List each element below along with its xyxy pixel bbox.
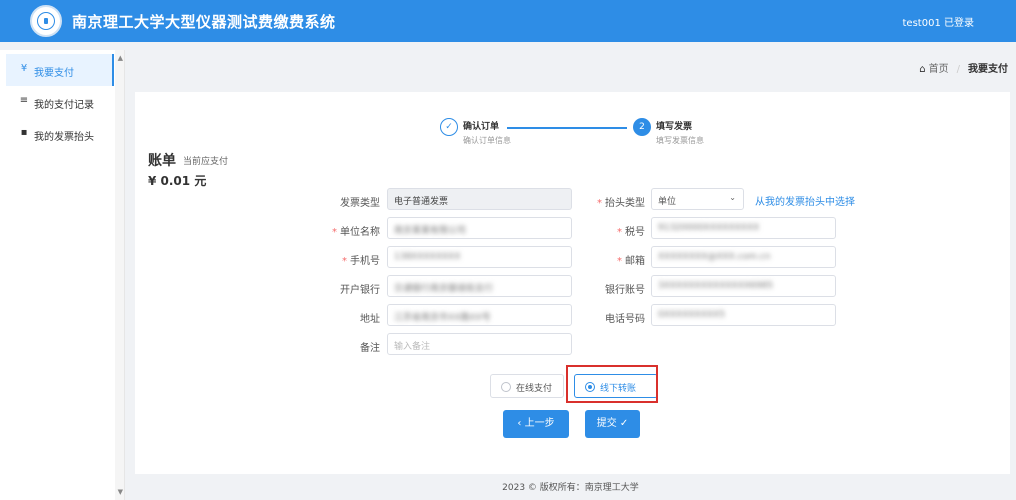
step-2-desc: 填写发票信息 [656, 136, 704, 145]
choose-header-link[interactable]: 从我的发票抬头中选择 [755, 193, 855, 208]
prev-step-button[interactable]: ‹ 上一步 [503, 410, 569, 438]
step-2-number: 2 [633, 118, 651, 136]
scroll-down-icon[interactable]: ▼ [118, 488, 123, 496]
sidebar-item-label: 我要支付 [34, 68, 74, 79]
header-type-select[interactable]: 单位 ⌄ [651, 188, 744, 210]
submit-button[interactable]: 提交 ✓ [585, 410, 640, 438]
scroll-up-icon[interactable]: ▲ [118, 54, 123, 62]
sidebar-item-invoice-headers[interactable]: ▪ 我的发票抬头 [6, 118, 114, 150]
breadcrumb: ⌂ 首页 / 我要支付 [919, 60, 1008, 75]
list-icon: ≡ [19, 95, 29, 106]
bill-subtitle: 当前应支付 [183, 157, 229, 167]
bank-label: 开户银行 [340, 285, 380, 296]
breadcrumb-home[interactable]: 首页 [929, 64, 949, 75]
yuan-icon: ¥ [20, 63, 28, 74]
tax-number-label: * 税号 [617, 227, 645, 238]
bank-account-field[interactable]: 3XXXXXXXXXXXXXX6985 [651, 275, 836, 297]
tel-field[interactable]: 0XXXXXXXXX5 [651, 304, 836, 326]
step-connector [507, 127, 627, 129]
breadcrumb-separator: / [956, 64, 960, 75]
system-title: 南京理工大学大型仪器测试费缴费系统 [72, 13, 336, 31]
bank-account-label: 银行账号 [605, 285, 645, 296]
invoice-type-label: 发票类型 [340, 198, 380, 209]
footer-copyright: 2023 © 版权所有：南京理工大学 [502, 483, 639, 493]
remark-field[interactable]: 输入备注 [387, 333, 572, 355]
step-1-title: 确认订单 [463, 122, 500, 132]
header-type-label: * 抬头类型 [597, 198, 645, 209]
sidebar-item-label: 我的发票抬头 [34, 132, 94, 143]
remark-label: 备注 [360, 343, 380, 354]
tel-label: 电话号码 [605, 314, 645, 325]
sidebar-item-payment-records[interactable]: ≡ 我的支付记录 [6, 86, 114, 118]
bill-title: 账单 [148, 153, 176, 169]
check-icon: ✓ [440, 118, 458, 136]
home-icon[interactable]: ⌂ [919, 64, 925, 75]
sidebar-scrollbar[interactable]: ▲ ▼ [115, 50, 124, 500]
radio-icon [501, 382, 511, 392]
breadcrumb-current: 我要支付 [968, 64, 1008, 75]
email-field[interactable]: XXXXXXXX@XXX.com.cn [651, 246, 836, 268]
phone-label: * 手机号 [342, 256, 380, 267]
online-payment-option[interactable]: 在线支付 [490, 374, 564, 398]
payment-card: ✓ 确认订单 确认订单信息 2 填写发票 填写发票信息 账单 当前应支付 ¥ 0… [135, 92, 1010, 474]
email-label: * 邮箱 [617, 256, 645, 267]
sidebar: ¥ 我要支付 ≡ 我的支付记录 ▪ 我的发票抬头 ▲ ▼ [0, 50, 125, 500]
step-2-title: 填写发票 [656, 122, 693, 132]
company-name-label: * 单位名称 [332, 227, 380, 238]
tax-number-field[interactable]: 91320000XXXXXXXXX [651, 217, 836, 239]
address-label: 地址 [360, 314, 380, 325]
top-header: 南京理工大学大型仪器测试费缴费系统 test001 已登录 [0, 0, 1016, 42]
sidebar-item-pay[interactable]: ¥ 我要支付 [6, 54, 114, 86]
online-payment-label: 在线支付 [516, 384, 553, 394]
university-logo-icon [30, 5, 62, 37]
user-status[interactable]: test001 已登录 [903, 14, 974, 29]
bill-amount: ¥ 0.01 元 [148, 174, 207, 188]
step-1-desc: 确认订单信息 [463, 136, 511, 145]
file-icon: ▪ [20, 127, 28, 138]
sidebar-item-label: 我的支付记录 [34, 100, 94, 111]
chevron-down-icon: ⌄ [729, 193, 736, 202]
annotation-highlight-box [566, 365, 658, 403]
